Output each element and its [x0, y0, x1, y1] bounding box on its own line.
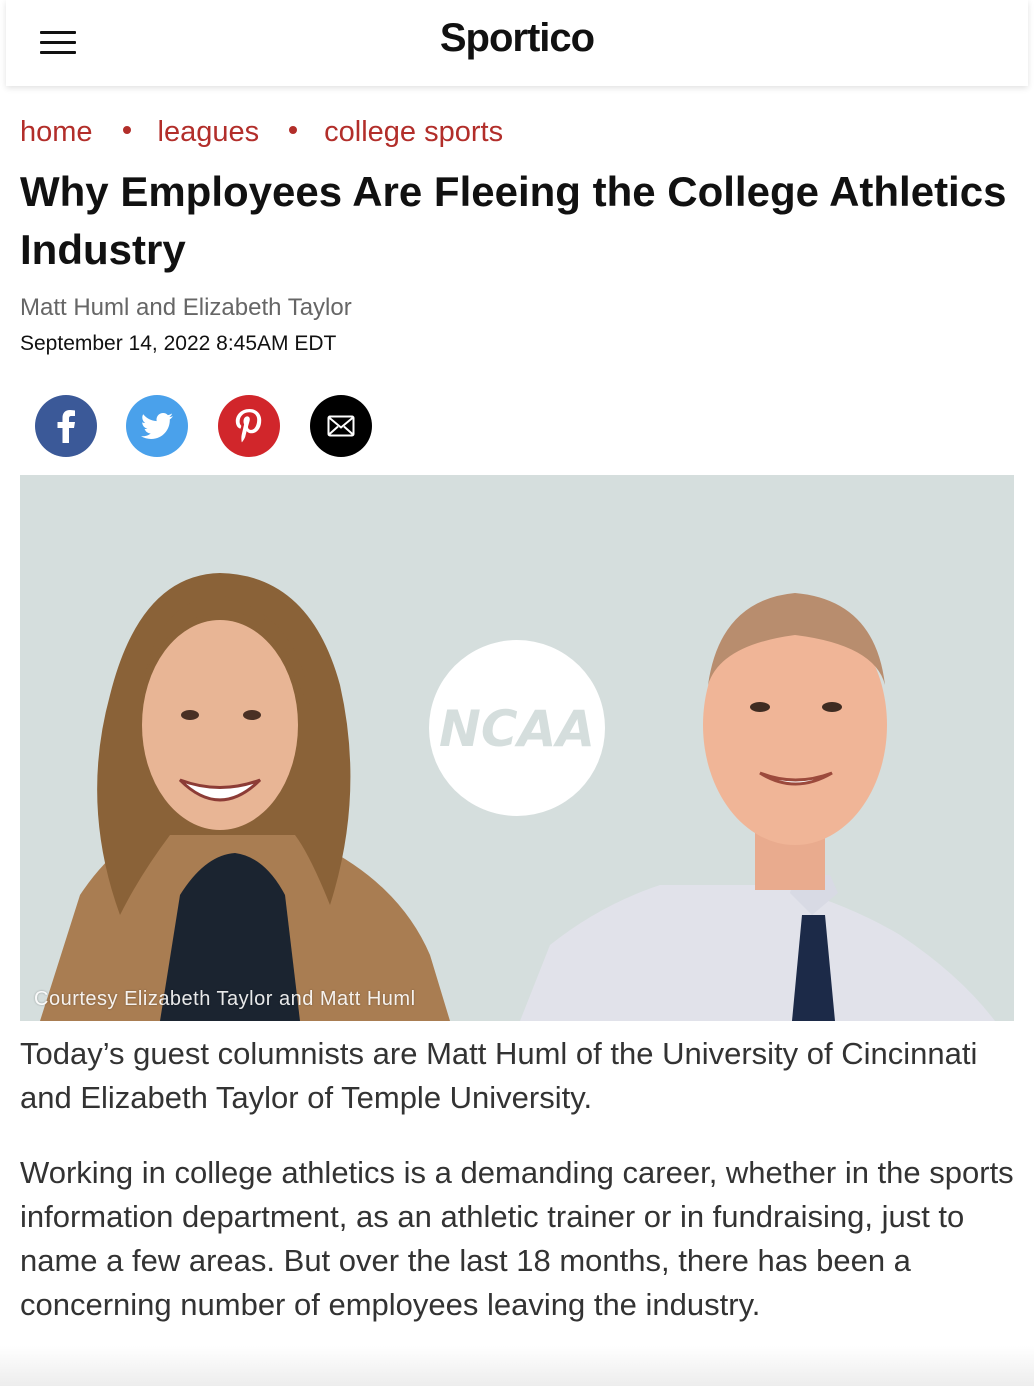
article-lede: Today’s guest columnists are Matt Huml o…: [20, 1036, 978, 1115]
breadcrumb-separator: [122, 126, 131, 134]
breadcrumb-separator: [289, 126, 298, 134]
hero-photo-illustration: NCAA: [20, 475, 1014, 1021]
article-paragraph: Working in college athletics is a demand…: [20, 1155, 1014, 1322]
scroll-fade: [0, 1346, 1034, 1386]
pinterest-icon: [235, 409, 262, 443]
facebook-share-button[interactable]: [35, 395, 97, 457]
breadcrumb-leagues[interactable]: leagues: [158, 116, 260, 149]
facebook-icon: [57, 410, 75, 443]
twitter-icon: [141, 413, 173, 439]
site-logo[interactable]: Sportico: [6, 16, 1028, 61]
twitter-share-button[interactable]: [126, 395, 188, 457]
article-title: Why Employees Are Fleeing the College At…: [20, 168, 1007, 273]
ncaa-logo-text: NCAA: [439, 700, 595, 758]
breadcrumb-college-sports[interactable]: college sports: [324, 116, 503, 149]
article-hero-image: NCAA Courtesy Elizabeth Taylor and Matt …: [20, 475, 1014, 1021]
breadcrumb-home[interactable]: home: [20, 116, 93, 149]
article-authors[interactable]: Matt Huml and Elizabeth Taylor: [20, 294, 352, 322]
breadcrumb: home leagues college sports: [20, 112, 503, 152]
image-caption: Courtesy Elizabeth Taylor and Matt Huml: [34, 988, 416, 1010]
pinterest-share-button[interactable]: [218, 395, 280, 457]
email-icon: [327, 415, 355, 437]
email-share-button[interactable]: [310, 395, 372, 457]
site-header: Sportico: [6, 0, 1028, 86]
article-date: September 14, 2022 8:45AM EDT: [20, 332, 337, 355]
